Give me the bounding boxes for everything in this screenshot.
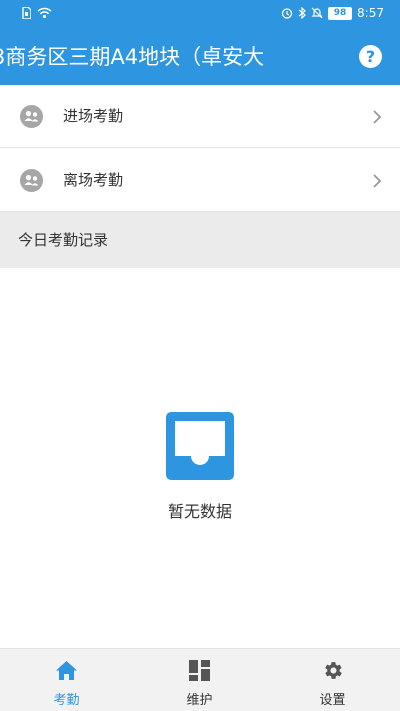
page-title: 3商务区三期A4地块（卓安大 <box>0 45 265 69</box>
exit-attendance-label: 离场考勤 <box>63 171 124 189</box>
help-button[interactable]: ? <box>359 45 382 68</box>
gear-icon <box>325 662 342 679</box>
tab-attendance[interactable]: 考勤 <box>0 649 133 711</box>
today-records-header: 今日考勤记录 <box>0 212 400 268</box>
question-circle-icon: ? <box>365 47 376 66</box>
inbox-icon <box>166 412 234 480</box>
entry-attendance-label: 进场考勤 <box>63 107 124 125</box>
home-icon <box>56 661 77 680</box>
status-bar: 98 8:57 <box>0 0 400 28</box>
battery-indicator: 98 <box>328 6 353 20</box>
wifi-icon <box>37 7 52 19</box>
bluetooth-icon <box>298 7 306 19</box>
tab-settings[interactable]: 设置 <box>266 649 399 711</box>
chevron-right-icon <box>373 110 382 124</box>
tab-maintenance[interactable]: 维护 <box>133 649 266 711</box>
status-time: 8:57 <box>357 6 384 20</box>
chevron-right-icon <box>373 174 382 188</box>
tab-attendance-label: 考勤 <box>53 693 80 708</box>
people-icon <box>20 169 43 192</box>
tab-maintenance-label: 维护 <box>186 693 213 708</box>
exit-attendance-item[interactable]: 离场考勤 <box>0 149 400 212</box>
people-icon <box>20 105 43 128</box>
section-title: 今日考勤记录 <box>18 231 109 249</box>
grid-icon <box>189 660 210 681</box>
entry-attendance-item[interactable]: 进场考勤 <box>0 85 400 148</box>
empty-state-text: 暂无数据 <box>167 502 232 521</box>
bottom-tab-bar: 考勤 维护 设置 <box>0 648 400 711</box>
tab-settings-label: 设置 <box>319 693 346 708</box>
sim-card-icon <box>22 7 31 19</box>
app-header: 98 8:57 3商务区三期A4地块（卓安大 ? <box>0 0 400 85</box>
alarm-icon <box>281 8 293 19</box>
mute-bell-icon <box>311 7 323 19</box>
page-title-container: 3商务区三期A4地块（卓安大 <box>0 40 268 74</box>
